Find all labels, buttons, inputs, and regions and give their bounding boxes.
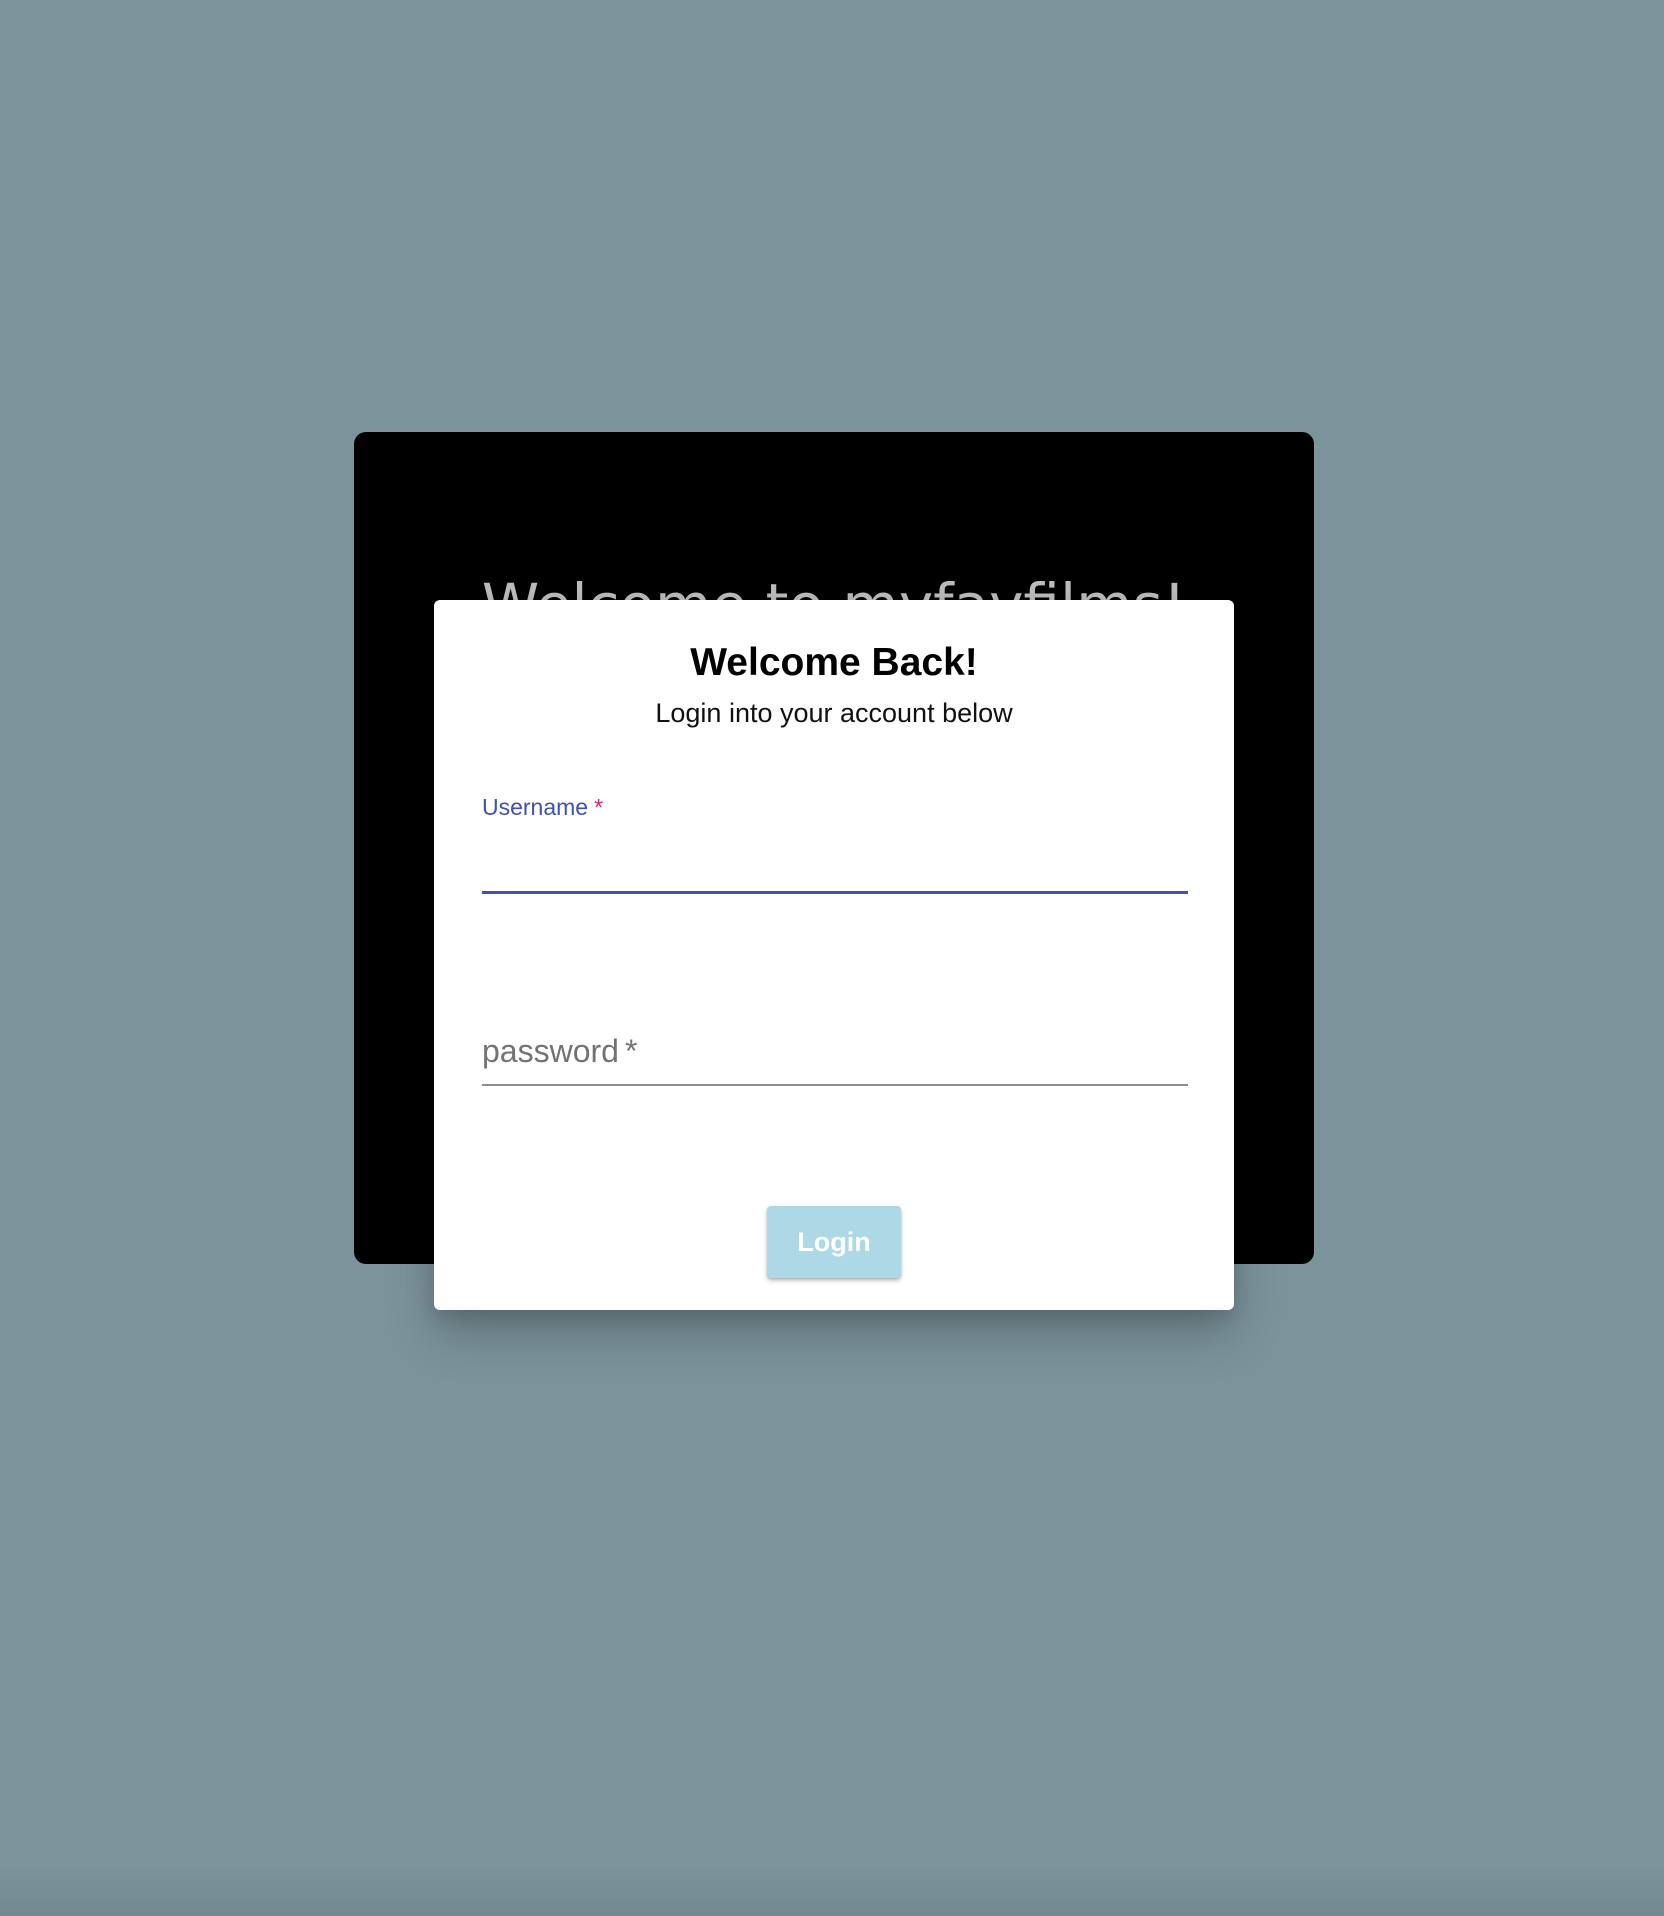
dialog-subtitle: Login into your account below xyxy=(655,698,1013,728)
username-required-asterisk: * xyxy=(594,794,604,820)
password-field[interactable]: password * xyxy=(482,1000,1188,1086)
username-underline xyxy=(482,891,1188,894)
login-dialog: Welcome Back! Login into your account be… xyxy=(434,600,1234,1310)
username-label-text: Username xyxy=(482,794,589,820)
username-input[interactable] xyxy=(482,850,1188,892)
bottom-edge-shade xyxy=(0,1866,1664,1916)
dialog-title: Welcome Back! xyxy=(690,641,978,684)
login-button[interactable]: Login xyxy=(767,1206,901,1278)
username-field[interactable]: Username * xyxy=(482,790,1188,894)
username-label: Username * xyxy=(482,790,603,824)
password-input[interactable] xyxy=(482,1042,1188,1084)
password-underline xyxy=(482,1084,1188,1086)
